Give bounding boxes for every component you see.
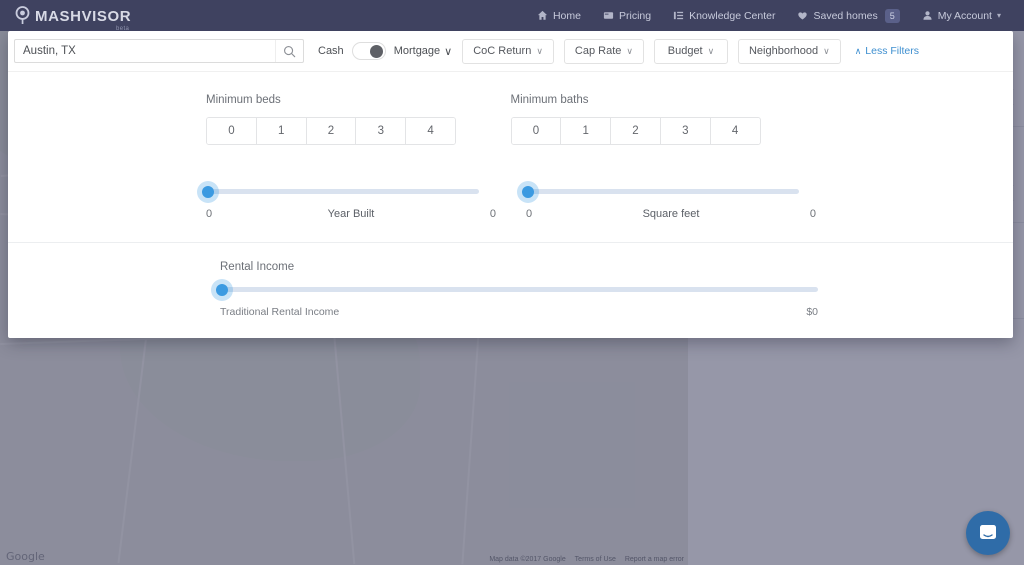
navbar-links: Home Pricing Knowledge Center Saved home… [526, 0, 1012, 31]
beds-option-4[interactable]: 4 [406, 118, 455, 144]
chip-label: Cap Rate [574, 45, 622, 57]
nav-item-knowledge-center[interactable]: Knowledge Center [662, 0, 786, 31]
chevron-down-icon: ▾ [996, 11, 1001, 20]
search-button[interactable] [275, 40, 303, 62]
nav-item-my-account[interactable]: My Account ▾ [911, 0, 1012, 31]
less-filters-toggle[interactable]: ∧ Less Filters [855, 45, 919, 57]
nav-label: My Account [937, 9, 992, 22]
minimum-baths-group: Minimum baths 01234 [510, 94, 1014, 145]
baths-option-0[interactable]: 0 [511, 118, 562, 144]
filter-chip-neighborhood[interactable]: Neighborhood ∨ [737, 38, 841, 64]
minimum-beds-segmented[interactable]: 01234 [206, 117, 456, 145]
cash-label: Cash [318, 45, 344, 57]
chat-launcher-button[interactable] [966, 511, 1010, 555]
beds-option-0[interactable]: 0 [207, 118, 257, 144]
chat-bubble-icon [980, 525, 996, 539]
chevron-up-icon: ∧ [854, 45, 862, 56]
filter-bar: Cash Mortgage ∨ CoC Return ∨ Cap Rate ∨ … [8, 31, 1013, 72]
year-built-slider-block: 0 Year Built 0 [202, 185, 496, 220]
chip-label: Neighborhood [748, 45, 819, 57]
top-navbar: MASHVISOR beta Home Pricing Knowledge Ce… [0, 0, 1024, 32]
home-icon [537, 10, 548, 20]
square-feet-slider-block: 0 Square feet 0 [522, 185, 816, 220]
square-feet-label: Square feet [642, 208, 700, 220]
nav-label: Saved homes [813, 9, 878, 22]
traditional-rental-income-value: $0 [806, 306, 818, 318]
filter-chip-budget[interactable]: Budget ∨ [653, 38, 728, 64]
minimum-baths-label: Minimum baths [510, 94, 589, 106]
filters-body: Minimum beds 01234 Minimum baths 01234 0… [8, 72, 1013, 318]
search-icon [284, 45, 296, 57]
chevron-down-icon: ∨ [536, 45, 543, 56]
mortgage-dropdown[interactable]: Mortgage ∨ [394, 45, 453, 58]
filter-chip-cap-rate[interactable]: Cap Rate ∨ [563, 38, 644, 64]
square-feet-min-value: 0 [526, 208, 533, 220]
beds-option-2[interactable]: 2 [306, 118, 357, 144]
filter-chip-coc-return[interactable]: CoC Return ∨ [462, 38, 554, 64]
square-feet-slider-thumb[interactable] [522, 185, 534, 198]
chevron-down-icon: ∨ [444, 45, 453, 58]
mortgage-label: Mortgage [393, 45, 441, 57]
brand-beta-tag: beta [115, 26, 130, 32]
mashvisor-app: 290 71 183 130 OAK HILLSunset ValleySOUT… [0, 0, 1024, 565]
beds-option-1[interactable]: 1 [256, 118, 307, 144]
minimum-beds-label: Minimum beds [206, 94, 281, 106]
minimum-beds-group: Minimum beds 01234 [8, 94, 511, 145]
location-search[interactable] [14, 39, 304, 63]
search-input[interactable] [15, 40, 275, 62]
brand-name: MASHVISOR [35, 8, 132, 25]
user-icon [923, 11, 932, 20]
chip-label: CoC Return [473, 45, 532, 57]
nav-item-pricing[interactable]: Pricing [592, 0, 662, 31]
nav-item-saved-homes[interactable]: Saved homes 5 [786, 0, 910, 31]
year-built-max-value: 0 [489, 208, 496, 220]
less-filters-label: Less Filters [865, 45, 919, 57]
nav-item-home[interactable]: Home [526, 0, 592, 31]
chevron-down-icon: ∨ [626, 45, 633, 56]
baths-option-1[interactable]: 1 [561, 118, 612, 144]
square-feet-slider-track[interactable] [522, 185, 799, 198]
location-pin-icon [14, 6, 31, 25]
chevron-down-icon: ∨ [823, 45, 830, 56]
toggle-knob [369, 45, 383, 58]
rental-income-title: Rental Income [220, 261, 295, 273]
nav-label: Home [552, 9, 581, 22]
rental-income-slider-thumb[interactable] [216, 283, 228, 296]
year-built-min-value: 0 [206, 208, 213, 220]
year-built-slider-track[interactable] [202, 185, 479, 198]
square-feet-max-value: 0 [809, 208, 816, 220]
chevron-down-icon: ∨ [707, 45, 715, 56]
year-built-label: Year Built [327, 208, 375, 220]
filters-panel: Cash Mortgage ∨ CoC Return ∨ Cap Rate ∨ … [8, 31, 1013, 338]
card-icon [603, 12, 614, 19]
traditional-rental-income-label: Traditional Rental Income [220, 306, 340, 318]
year-built-slider-thumb[interactable] [202, 185, 214, 198]
chip-label: Budget [667, 45, 703, 57]
baths-option-3[interactable]: 3 [660, 118, 711, 144]
beds-baths-row: Minimum beds 01234 Minimum baths 01234 [8, 94, 1013, 145]
cash-mortgage-toggle[interactable] [351, 42, 386, 60]
rental-income-section: Rental Income Traditional Rental Income … [8, 242, 1013, 318]
saved-homes-badge: 5 [884, 8, 900, 23]
baths-option-4[interactable]: 4 [710, 118, 760, 144]
rental-income-slider-track[interactable] [216, 283, 818, 296]
minimum-baths-segmented[interactable]: 01234 [510, 117, 761, 145]
sliders-row: 0 Year Built 0 0 Square feet 0 [8, 185, 1013, 220]
nav-label: Knowledge Center [689, 9, 776, 22]
beds-option-3[interactable]: 3 [356, 118, 407, 144]
heart-icon [798, 12, 808, 20]
list-icon [674, 11, 684, 20]
baths-option-2[interactable]: 2 [611, 118, 661, 144]
nav-label: Pricing [618, 9, 652, 22]
brand-logo[interactable]: MASHVISOR beta [14, 6, 132, 32]
